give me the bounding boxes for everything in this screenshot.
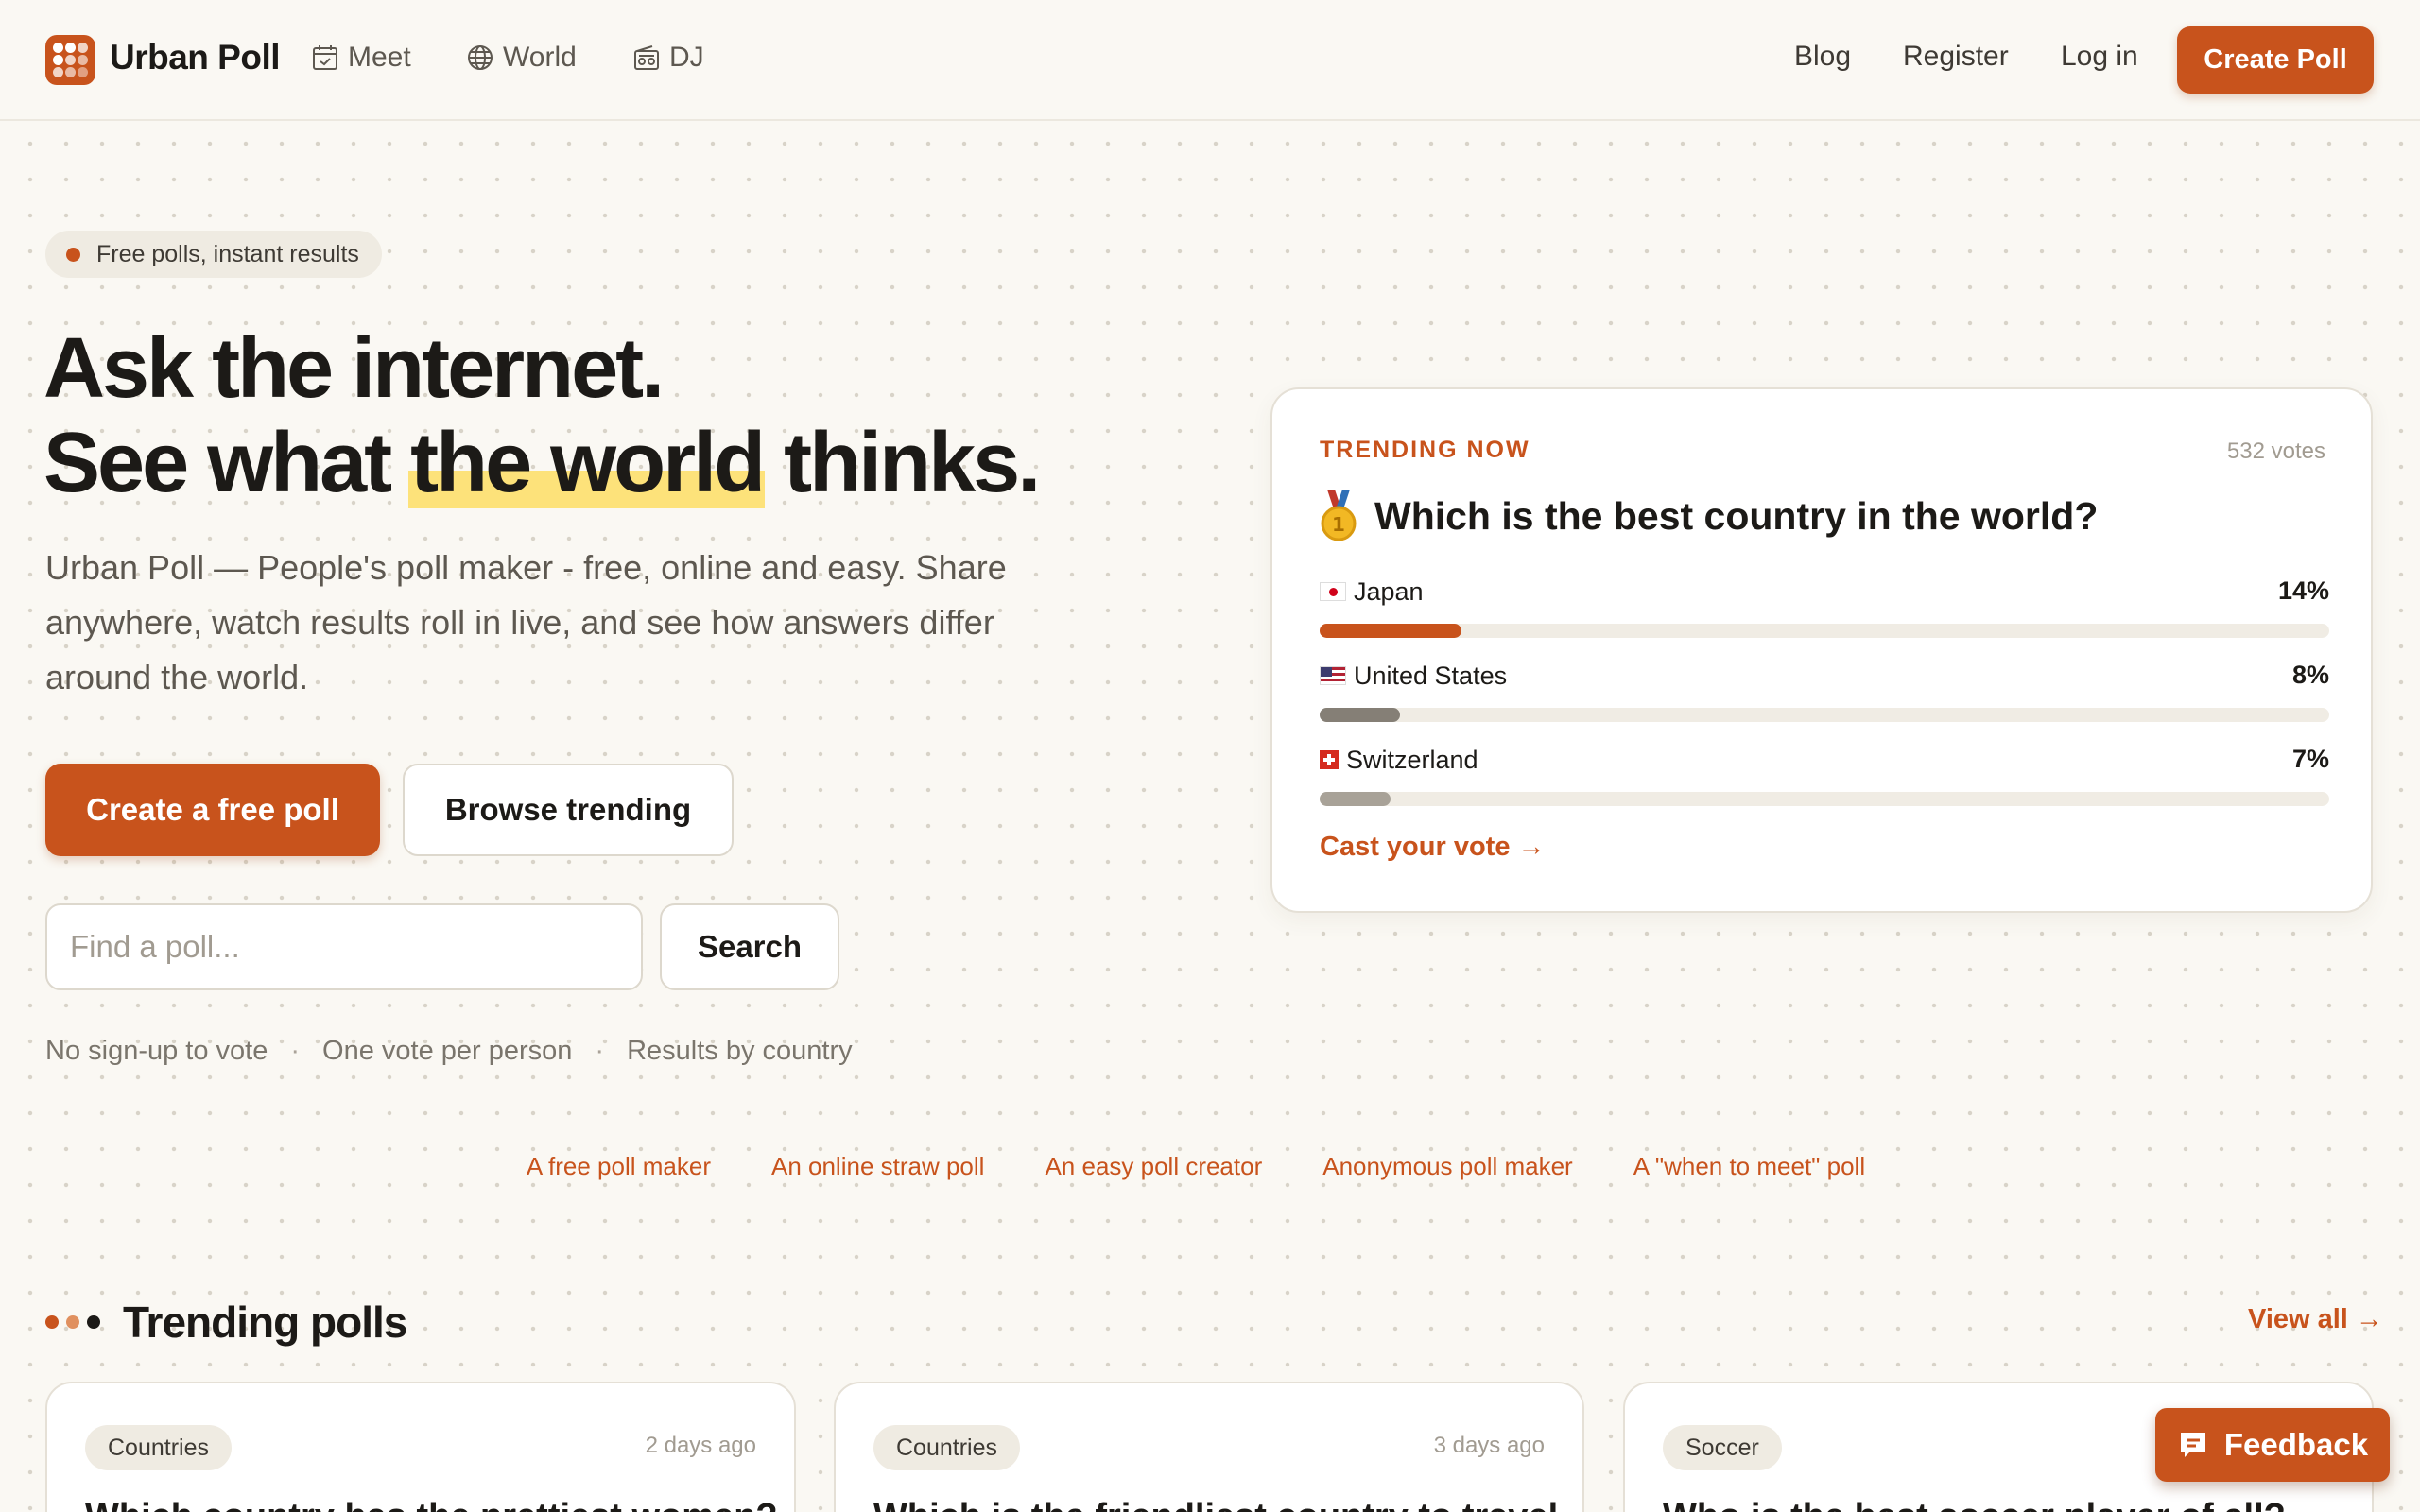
option-bar-track <box>1320 792 2329 806</box>
option-label: Switzerland <box>1346 745 1478 774</box>
poll-question-text: Which is the best country in the world? <box>1374 493 2099 538</box>
medal-icon: 1 <box>1321 490 1357 541</box>
poll-card[interactable]: Countries 3 days ago Which is the friend… <box>834 1382 1584 1512</box>
quick-link[interactable]: A "when to meet" poll <box>1634 1152 1865 1181</box>
option-percent: 14% <box>2277 576 2329 605</box>
option-label: Japan <box>1354 576 1424 606</box>
vote-count: 532 votes <box>2226 438 2325 464</box>
poll-age: 3 days ago <box>1433 1433 1545 1458</box>
feature-item: One vote per person <box>322 1036 573 1066</box>
poll-card[interactable]: Countries 2 days ago Which country has t… <box>45 1382 796 1512</box>
quick-link[interactable]: Anonymous poll maker <box>1322 1152 1572 1181</box>
nav-register[interactable]: Register <box>1903 41 2009 73</box>
us-flag-icon <box>1320 666 1346 685</box>
category-chip[interactable]: Countries <box>85 1425 232 1470</box>
nav-meet-label: Meet <box>348 42 411 73</box>
quick-links: A free poll maker An online straw poll A… <box>0 1152 2420 1181</box>
option-bar-fill <box>1320 708 1401 722</box>
poll-title: Which country has the prettiest women? <box>85 1497 778 1512</box>
trending-tag: TRENDING NOW <box>1320 437 1530 463</box>
nav-blog[interactable]: Blog <box>1794 41 1851 73</box>
view-all-link[interactable]: View all → <box>2248 1304 2383 1335</box>
category-chip[interactable]: Soccer <box>1663 1425 1782 1470</box>
brand-name[interactable]: Urban Poll <box>110 38 281 77</box>
poll-option-united-states[interactable]: United States 8% <box>1320 661 2329 722</box>
poll-age: 2 days ago <box>645 1433 756 1458</box>
category-chip[interactable]: Countries <box>873 1425 1020 1470</box>
radio-icon <box>634 45 659 70</box>
chat-icon <box>2180 1433 2205 1457</box>
separator-dot: · <box>290 1036 301 1066</box>
create-free-poll-button[interactable]: Create a free poll <box>45 764 380 856</box>
nav-world-label: World <box>503 42 577 73</box>
headline-line-2: See what the world thinks. <box>43 416 1041 510</box>
cast-vote-link[interactable]: Cast your vote → <box>1320 832 1546 863</box>
option-bar-fill <box>1320 624 1461 638</box>
create-poll-button[interactable]: Create Poll <box>2177 26 2374 94</box>
headline-pre: See what <box>43 416 411 510</box>
nav-dj-label: DJ <box>669 42 704 73</box>
feedback-button[interactable]: Feedback <box>2155 1408 2390 1482</box>
search-button[interactable]: Search <box>660 903 839 990</box>
poll-option-japan[interactable]: Japan 14% <box>1320 576 2329 638</box>
hero-description: Urban Poll — People's poll maker - free,… <box>45 548 1007 696</box>
nav-meet[interactable]: Meet <box>310 42 411 74</box>
globe-icon <box>468 45 493 70</box>
option-percent: 7% <box>2291 745 2329 773</box>
feature-list: No sign-up to vote · One vote per person… <box>45 1036 853 1067</box>
nav-dj[interactable]: DJ <box>631 42 704 74</box>
poll-search-input[interactable] <box>45 903 643 990</box>
poll-title: Which is the friendliest country to trav… <box>873 1497 1558 1512</box>
top-nav-bar: Urban Poll Meet World DJ Blog Register L… <box>0 0 2420 121</box>
quick-link[interactable]: An easy poll creator <box>1045 1152 1262 1181</box>
quick-link[interactable]: A free poll maker <box>527 1152 711 1181</box>
feature-item: No sign-up to vote <box>45 1036 268 1066</box>
browse-trending-button[interactable]: Browse trending <box>403 764 734 856</box>
trending-poll-card[interactable]: TRENDING NOW 532 votes 1 Which is the be… <box>1270 387 2373 913</box>
logo-icon[interactable] <box>45 35 95 85</box>
headline-line-1: Ask the internet. <box>43 321 665 416</box>
svg-text:1: 1 <box>1332 513 1345 536</box>
option-bar-track <box>1320 624 2329 638</box>
feedback-label: Feedback <box>2223 1427 2369 1462</box>
nav-world[interactable]: World <box>465 42 577 74</box>
poll-title: Who is the best soccer player of all? <box>1663 1497 2286 1512</box>
option-label: United States <box>1354 661 1508 690</box>
quick-link[interactable]: An online straw poll <box>771 1152 984 1181</box>
option-bar-track <box>1320 708 2329 722</box>
poll-question: 1 Which is the best country in the world… <box>1320 490 2098 542</box>
section-title: Trending polls <box>123 1297 407 1347</box>
option-percent: 8% <box>2291 661 2329 689</box>
switzerland-flag-icon <box>1320 750 1339 769</box>
nav-login[interactable]: Log in <box>2061 41 2138 73</box>
option-bar-fill <box>1320 792 1391 806</box>
headline-highlight: the world <box>408 416 766 510</box>
headline-post: thinks. <box>763 416 1041 510</box>
hero-badge-text: Free polls, instant results <box>96 240 359 267</box>
hero-badge: Free polls, instant results <box>45 231 382 278</box>
feature-item: Results by country <box>627 1036 853 1066</box>
calendar-icon <box>313 45 337 70</box>
separator-dot: · <box>595 1036 605 1066</box>
japan-flag-icon <box>1320 582 1346 601</box>
badge-dot <box>66 248 80 262</box>
poll-option-switzerland[interactable]: Switzerland 7% <box>1320 745 2329 806</box>
